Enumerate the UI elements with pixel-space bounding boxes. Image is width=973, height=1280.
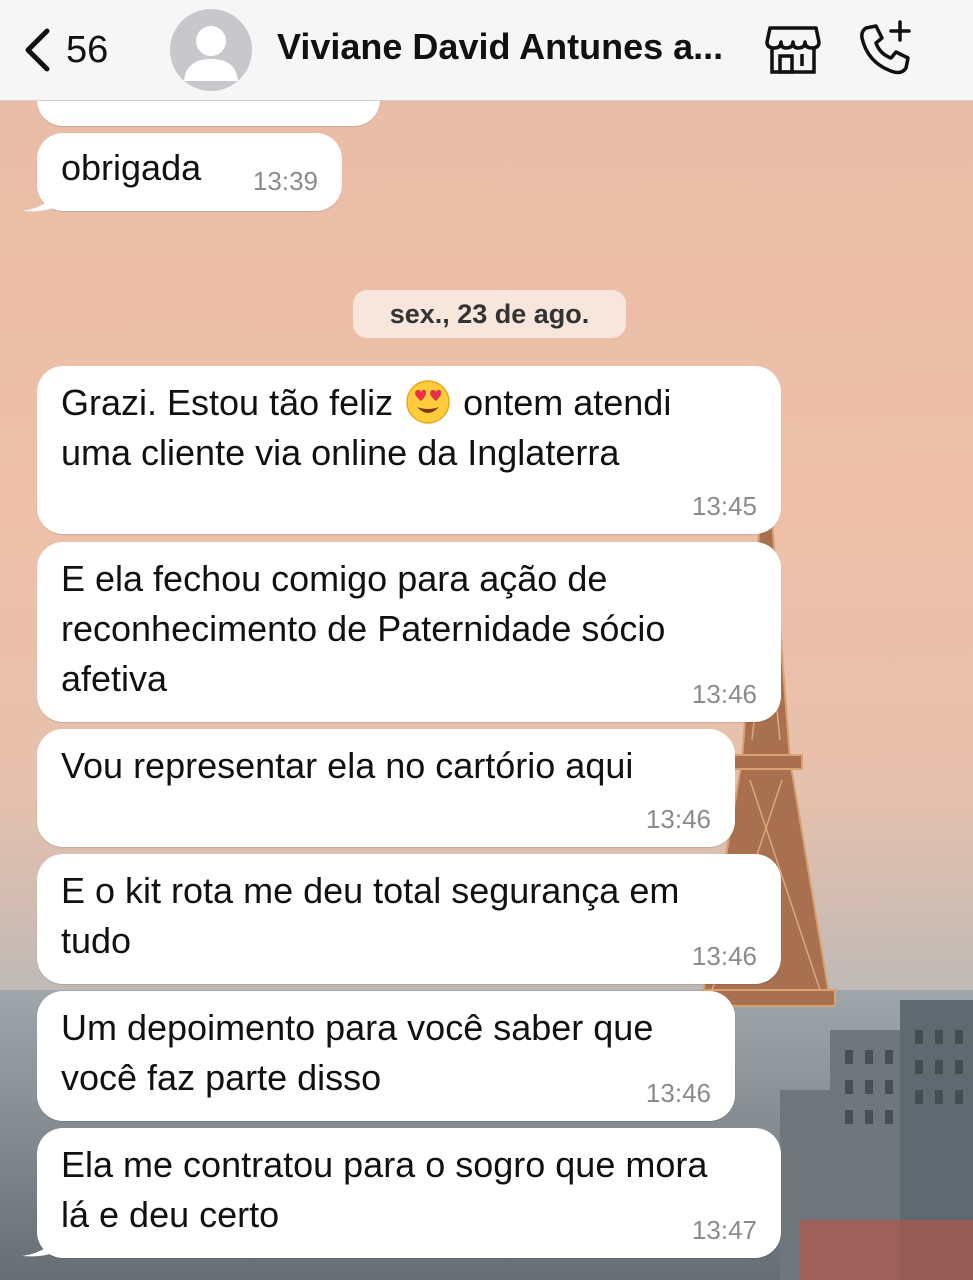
bubble-tail: [22, 183, 62, 212]
message-bubble[interactable]: Ela me contratou para o sogro que mora l…: [37, 1128, 781, 1258]
message-bubble[interactable]: Vou representar ela no cartório aqui 13:…: [37, 729, 735, 847]
message-text: E ela fechou comigo para ação de reconhe…: [61, 554, 757, 704]
message-line: Um depoimento para você saber que: [61, 1007, 654, 1048]
message-time: 13:46: [645, 1078, 711, 1108]
message-line: afetiva: [61, 658, 168, 699]
message-text-part: Grazi. Estou tão feliz: [61, 382, 394, 423]
bubble-tail: [22, 1228, 62, 1257]
contact-name[interactable]: Viviane David Antunes a...: [277, 26, 723, 68]
message-text: Vou representar ela no cartório aqui: [61, 741, 711, 791]
message-text: E o kit rota me deu total segurança em t…: [61, 866, 757, 966]
chat-header: 56 Viviane David Antunes a...: [0, 0, 973, 101]
message-line: lá e deu certo: [61, 1194, 280, 1235]
chat-screen: 56 Viviane David Antunes a... obrigada 1…: [0, 0, 973, 1280]
message-bubble[interactable]: E o kit rota me deu total segurança em t…: [37, 854, 781, 984]
message-time: 13:46: [645, 804, 711, 834]
message-bubble[interactable]: Um depoimento para você saber que você f…: [37, 991, 735, 1121]
back-button[interactable]: 56: [22, 20, 108, 80]
message-bubble[interactable]: obrigada 13:39: [37, 133, 342, 211]
message-text: Ela me contratou para o sogro que mora l…: [61, 1140, 757, 1240]
heart-eyes-emoji-icon: [406, 380, 450, 425]
contact-avatar[interactable]: [170, 9, 252, 91]
unread-count: 56: [66, 28, 109, 71]
message-line: E ela fechou comigo para ação de: [61, 558, 608, 599]
message-line: E o kit rota me deu total segurança em: [61, 870, 680, 911]
message-time: 13:39: [252, 166, 318, 196]
message-text-part: uma cliente via online da Inglaterra: [61, 432, 620, 473]
message-text: Um depoimento para você saber que você f…: [61, 1003, 711, 1103]
avatar-placeholder-icon: [184, 26, 238, 81]
phone-add-icon[interactable]: [856, 20, 914, 78]
message-line: você faz parte disso: [61, 1057, 382, 1098]
message-time: 13:47: [691, 1215, 757, 1245]
message-line: reconhecimento de Paternidade sócio: [61, 608, 666, 649]
chevron-left-icon: [25, 28, 50, 72]
message-bubble[interactable]: E ela fechou comigo para ação de reconhe…: [37, 542, 781, 722]
message-line: Ela me contratou para o sogro que mora: [61, 1144, 708, 1185]
date-separator: sex., 23 de ago.: [353, 290, 626, 338]
message-time: 13:46: [691, 679, 757, 709]
message-line: tudo: [61, 920, 132, 961]
message-text: Grazi. Estou tão feliz ontem atendi uma …: [61, 378, 757, 478]
message-text-part: ontem atendi: [463, 382, 672, 423]
message-time: 13:45: [691, 491, 757, 521]
store-icon[interactable]: [764, 24, 822, 76]
message-bubble[interactable]: Grazi. Estou tão feliz ontem atendi uma …: [37, 366, 781, 534]
message-time: 13:46: [691, 941, 757, 971]
message-line: Vou representar ela no cartório aqui: [61, 745, 634, 786]
